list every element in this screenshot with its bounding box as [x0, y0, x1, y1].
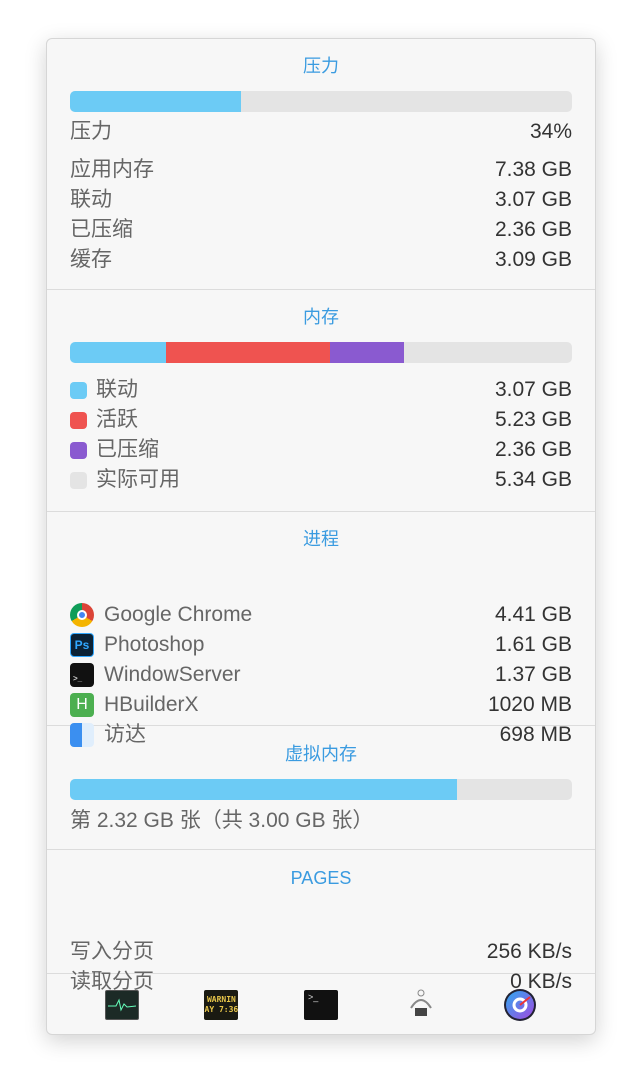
pages-section: PAGES 写入分页 256 KB/s 读取分页 0 KB/s [47, 850, 595, 993]
row-value: 2.36 GB [494, 438, 572, 461]
row-value: 34% [529, 120, 572, 143]
virtual-memory-bar [70, 779, 572, 800]
chrome-icon [70, 603, 94, 627]
memory-row: 活跃 5.23 GB [70, 405, 572, 435]
row-label: 应用内存 [70, 158, 154, 181]
istat-icon[interactable] [503, 989, 537, 1021]
process-row: H HBuilderX 1020 MB [70, 690, 572, 720]
pressure-row: 已压缩 2.36 GB [70, 215, 572, 245]
pressure-row: 联动 3.07 GB [70, 185, 572, 215]
row-value: 7.38 GB [494, 158, 572, 181]
activity-monitor-icon[interactable] [104, 990, 139, 1020]
row-label: 活跃 [96, 408, 138, 431]
row-label: 压力 [70, 120, 112, 143]
pressure-bar [70, 91, 572, 112]
virtual-memory-bar-fill [70, 779, 457, 800]
processes-section: 进程 Google Chrome 4.41 GB Ps Photoshop 1.61 G… [47, 512, 595, 747]
memory-title: 内存 [303, 307, 339, 327]
terminal-icon: >_ [70, 663, 94, 687]
row-value: 1.37 GB [494, 663, 572, 686]
row-label: Photoshop [104, 633, 205, 656]
process-row: Google Chrome 4.41 GB [70, 600, 572, 630]
row-value: 256 KB/s [486, 940, 572, 963]
pages-row: 写入分页 256 KB/s [70, 937, 572, 967]
pressure-title: 压力 [303, 56, 339, 76]
row-value: 5.23 GB [494, 408, 572, 431]
memory-bar-segment [166, 342, 331, 363]
legend-swatch [70, 411, 87, 429]
row-label: 写入分页 [70, 940, 154, 963]
memory-row: 已压缩 2.36 GB [70, 435, 572, 465]
row-value: 3.07 GB [494, 378, 572, 401]
virtual-memory-text: 第 2.32 GB 张（共 3.00 GB 张） [70, 809, 374, 832]
row-label: 缓存 [70, 248, 112, 271]
memory-cleaner-icon[interactable] [404, 989, 438, 1020]
row-value: 3.07 GB [494, 188, 572, 211]
memory-row: 实际可用 5.34 GB [70, 465, 572, 495]
row-label: WindowServer [104, 663, 241, 686]
console-icon[interactable]: WARNIN AY 7:36 [204, 990, 239, 1020]
memory-bar-segment [404, 342, 572, 363]
pressure-row: 压力 34% [70, 117, 572, 147]
row-label: 联动 [70, 188, 112, 211]
terminal-icon[interactable]: >_ [303, 990, 338, 1020]
legend-swatch [70, 471, 87, 489]
row-label: HBuilderX [104, 693, 199, 716]
virtual-memory-section: 虚拟内存 第 2.32 GB 张（共 3.00 GB 张） [47, 726, 595, 850]
row-label: 已压缩 [70, 218, 133, 241]
photoshop-icon: Ps [70, 633, 94, 657]
legend-swatch [70, 381, 87, 399]
process-row: Ps Photoshop 1.61 GB [70, 630, 572, 660]
pages-title: PAGES [290, 868, 352, 888]
pressure-row: 应用内存 7.38 GB [70, 155, 572, 185]
row-value: 3.09 GB [494, 248, 572, 271]
row-value: 4.41 GB [494, 603, 572, 626]
row-value: 1020 MB [487, 693, 572, 716]
memory-panel: 压力 压力 34% 应用内存 7.38 GB 联动 3.07 GB 已压缩 2.36 GB 缓存… [46, 38, 596, 1035]
row-label: 联动 [96, 378, 138, 401]
row-label: Google Chrome [104, 603, 253, 626]
row-label: 实际可用 [96, 468, 180, 491]
row-value: 2.36 GB [494, 218, 572, 241]
pressure-row: 缓存 3.09 GB [70, 245, 572, 275]
app-dock: WARNIN AY 7:36 >_ [47, 974, 595, 1034]
row-value: 5.34 GB [494, 468, 572, 491]
hbuilderx-icon: H [70, 693, 94, 717]
row-value: 1.61 GB [494, 633, 572, 656]
pressure-bar-fill [70, 91, 241, 112]
memory-bar-segment [330, 342, 405, 363]
memory-row: 联动 3.07 GB [70, 375, 572, 405]
virtual-memory-title: 虚拟内存 [285, 744, 357, 764]
pressure-section: 压力 压力 34% 应用内存 7.38 GB 联动 3.07 GB 已压缩 2.36 GB 缓存… [47, 39, 595, 290]
processes-title: 进程 [303, 529, 339, 549]
memory-bar [70, 342, 572, 363]
memory-section: 内存 联动 3.07 GB 活跃 5.23 GB 已压缩 2.36 GB 实际可用 5.34 … [47, 290, 595, 512]
memory-bar-segment [70, 342, 167, 363]
legend-swatch [70, 441, 87, 459]
row-label: 已压缩 [96, 438, 159, 461]
process-row: >_ WindowServer 1.37 GB [70, 660, 572, 690]
